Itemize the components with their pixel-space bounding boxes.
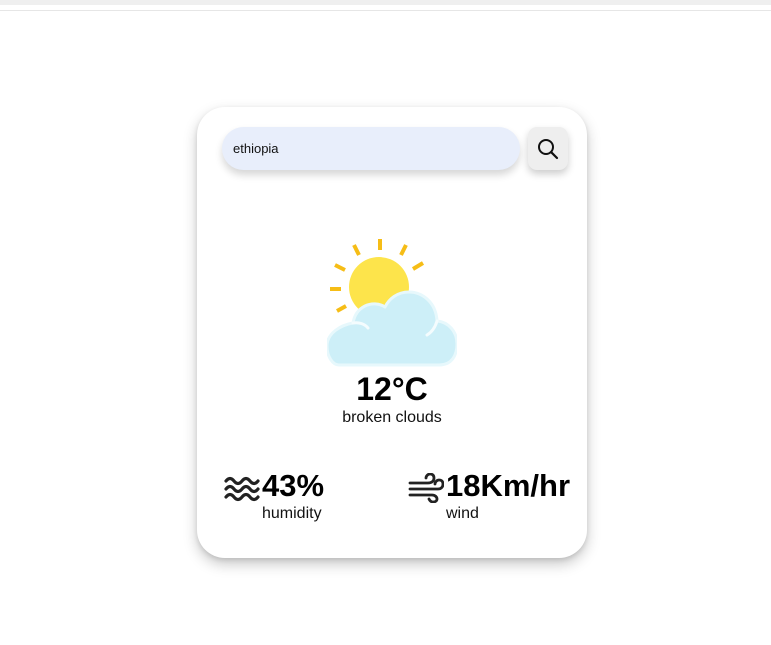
- humidity-value: 43%: [262, 468, 325, 503]
- temperature: 12°C: [356, 371, 428, 407]
- wind-icon: [408, 473, 444, 503]
- sun-behind-cloud-icon: [327, 239, 457, 367]
- browser-divider: [0, 10, 771, 11]
- city-search-input[interactable]: [222, 127, 520, 170]
- browser-top-bar: [0, 0, 771, 5]
- search-button[interactable]: [528, 127, 568, 170]
- wind-label: wind: [446, 505, 479, 522]
- weather-card: 12°C broken clouds 43% humidity 18Km/hr …: [197, 107, 587, 558]
- weather-description: broken clouds: [342, 409, 442, 426]
- humidity-label: humidity: [262, 505, 322, 522]
- humidity-waves-icon: [224, 476, 260, 502]
- wind-value: 18Km/hr: [446, 468, 571, 503]
- search-icon: [538, 138, 559, 159]
